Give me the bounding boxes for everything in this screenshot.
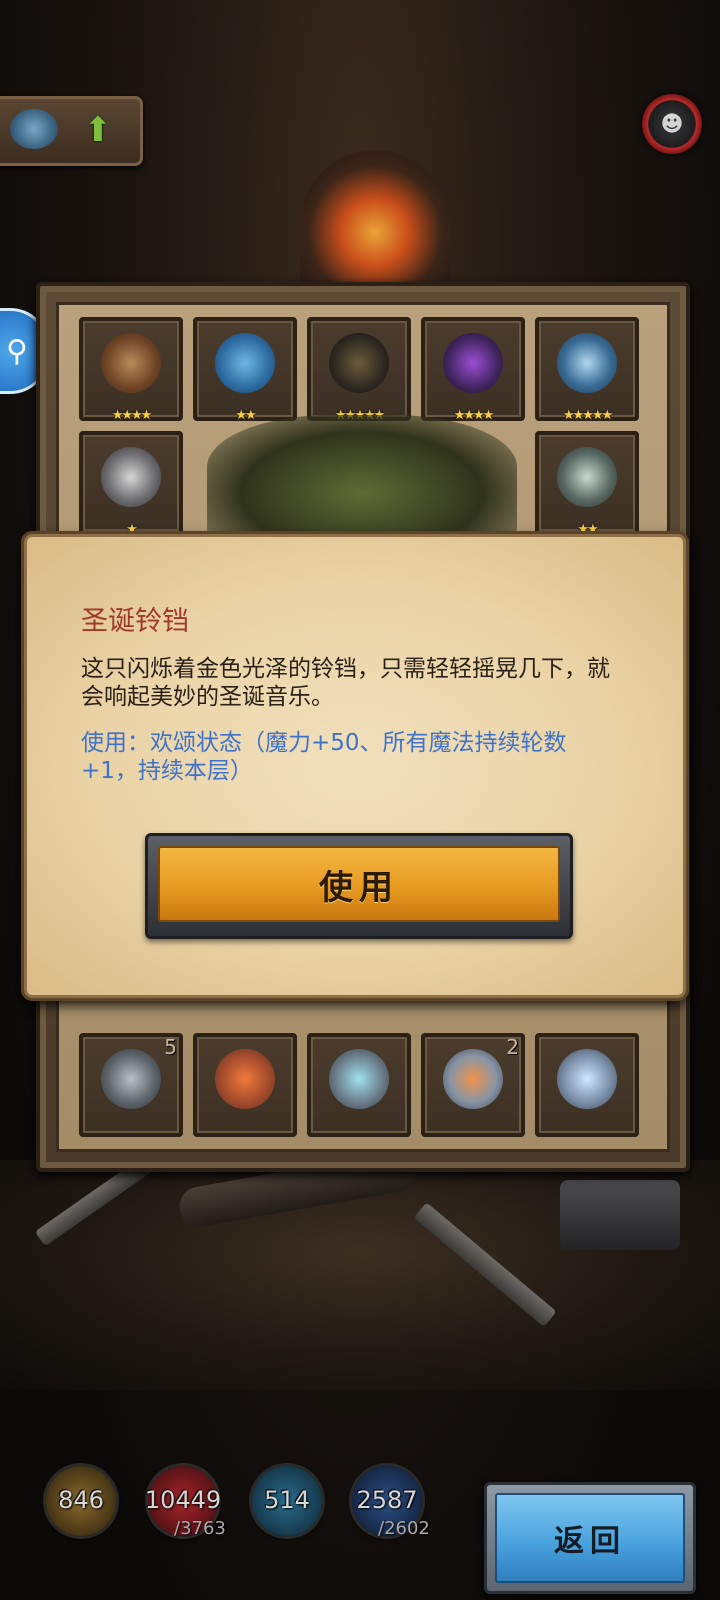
equipment-slot[interactable]: ★★★★★ [535,317,639,423]
item-detail-dialog: 圣诞铃铛 这只闪烁着金色光泽的铃铛，只需轻轻摇晃几下，就会响起美妙的圣诞音乐。 … [24,534,686,998]
upgrade-arrow-icon[interactable]: ⬆ [78,107,118,153]
item-description: 这只闪烁着金色光泽的铃铛，只需轻轻摇晃几下，就会响起美妙的圣诞音乐。 [81,656,610,710]
equipment-slot[interactable]: ★★ [193,317,297,423]
weapon-rack [0,1139,720,1390]
equipment-slot[interactable]: ★★★★★ [307,317,411,423]
ore-icon [101,1049,161,1109]
hp-value: 10449 [144,1486,222,1514]
material-slot[interactable] [193,1033,297,1137]
dark-hat-icon [443,333,503,393]
attack-stat: 846 [46,1466,116,1536]
material-slot[interactable]: 5 [79,1033,183,1137]
fire-rune-icon [215,1049,275,1109]
back-button-face[interactable]: 返回 [495,1493,685,1583]
equipment-slot[interactable]: ★★ [535,431,639,537]
star-stone-icon [557,1049,617,1109]
flame-stone-icon [443,1049,503,1109]
rarity-stars: ★★★★ [111,408,153,423]
silver-ring-icon [101,447,161,507]
mana-max: /2602 [378,1518,430,1539]
hero-portrait [207,415,517,545]
search-icon: ⚲ [6,333,28,369]
shield-icon [560,1180,680,1250]
material-slot[interactable]: 2 [421,1033,525,1137]
dagger-icon [413,1202,557,1327]
moon-stone-icon [329,1049,389,1109]
material-slot[interactable] [307,1033,411,1137]
item-use-effect: 使用：欢颂状态（魔力+50、所有魔法持续轮数+1，持续本层） [81,730,567,784]
upgrade-panel[interactable]: ⬆ [0,96,143,166]
dragon-scale-icon [10,109,58,149]
forge-icon [300,150,450,300]
item-count: 5 [164,1035,177,1059]
material-slot[interactable] [535,1033,639,1137]
armguard-icon [101,333,161,393]
use-button-label: 使用 [319,867,399,908]
rarity-stars: ★★★★★ [562,408,613,423]
equipment-slot[interactable]: ★★★★ [421,317,525,423]
ring-icon [557,447,617,507]
back-button[interactable]: 返回 [484,1482,696,1594]
item-name: 圣诞铃铛 [81,606,189,637]
mana-value: 2587 [356,1486,418,1514]
hp-stat: 10449 /3763 [145,1466,226,1539]
mana-stat: 2587 /2602 [352,1466,430,1539]
blue-armor-icon [215,333,275,393]
cat-icon: ☻ [660,111,684,137]
defense-value: 514 [264,1486,310,1514]
defense-stat: 514 [252,1466,322,1536]
item-count: 2 [506,1035,519,1059]
hp-max: /3763 [174,1518,226,1539]
equipment-slot[interactable]: ★ [79,431,183,537]
pet-button[interactable]: ☻ [642,94,702,154]
use-button[interactable]: 使用 [145,833,573,939]
amulet-icon [557,333,617,393]
attack-value: 846 [58,1486,104,1514]
use-button-face[interactable]: 使用 [158,846,560,922]
helmet-icon [329,333,389,393]
equipment-slot[interactable]: ★★★★ [79,317,183,423]
back-button-label: 返回 [554,1524,626,1559]
